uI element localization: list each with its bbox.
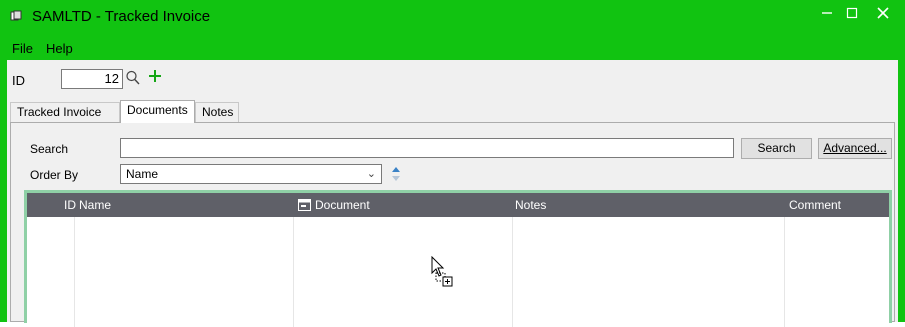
document-column-icon bbox=[298, 199, 311, 214]
column-divider bbox=[512, 217, 513, 327]
search-input[interactable] bbox=[120, 138, 734, 158]
search-label: Search bbox=[30, 142, 69, 156]
search-icon[interactable] bbox=[125, 69, 141, 87]
column-header-name[interactable]: Name bbox=[79, 198, 111, 212]
tab-tracked-invoice[interactable]: Tracked Invoice bbox=[10, 102, 120, 122]
id-label: ID bbox=[12, 73, 25, 88]
column-header-document[interactable]: Document bbox=[315, 198, 370, 212]
menu-bar: File Help bbox=[7, 38, 898, 60]
order-by-label: Order By bbox=[30, 168, 79, 182]
close-button[interactable] bbox=[860, 6, 905, 28]
tab-notes[interactable]: Notes bbox=[195, 102, 239, 122]
add-icon[interactable] bbox=[147, 67, 163, 85]
close-icon bbox=[877, 7, 889, 19]
id-field[interactable]: 12 bbox=[61, 69, 123, 89]
column-header-comment[interactable]: Comment bbox=[789, 198, 841, 212]
window-title: SAMLTD - Tracked Invoice bbox=[32, 8, 211, 25]
app-icon bbox=[10, 10, 22, 21]
search-button[interactable]: Search bbox=[741, 138, 812, 159]
sort-direction-icon[interactable] bbox=[391, 166, 401, 182]
app-window: SAMLTD - Tracked Invoice File Help ID 12… bbox=[0, 0, 905, 327]
chevron-down-icon: ⌄ bbox=[366, 168, 376, 180]
maximize-icon bbox=[846, 7, 858, 19]
grid-header: ID Name Document Notes Comment bbox=[27, 193, 889, 217]
order-by-value: Name bbox=[126, 167, 159, 181]
menu-file[interactable]: File bbox=[12, 41, 33, 56]
main-content: ID 12 Tracked Invoice Documents Notes Se… bbox=[7, 60, 898, 327]
column-divider bbox=[74, 217, 75, 327]
advanced-button[interactable]: Advanced... bbox=[818, 138, 892, 159]
column-divider bbox=[293, 217, 294, 327]
drag-copy-cursor-icon bbox=[431, 256, 453, 287]
order-by-select[interactable]: Name ⌄ bbox=[120, 164, 382, 184]
column-header-id[interactable]: ID bbox=[64, 198, 76, 212]
title-bar[interactable]: SAMLTD - Tracked Invoice bbox=[0, 0, 905, 38]
documents-grid[interactable]: ID Name Document Notes Comment bbox=[24, 190, 892, 327]
documents-panel: Search Search Advanced... Order By Name … bbox=[10, 122, 895, 327]
column-header-notes[interactable]: Notes bbox=[515, 198, 546, 212]
tab-documents[interactable]: Documents bbox=[120, 100, 195, 123]
column-divider bbox=[784, 217, 785, 327]
menu-help[interactable]: Help bbox=[46, 41, 73, 56]
